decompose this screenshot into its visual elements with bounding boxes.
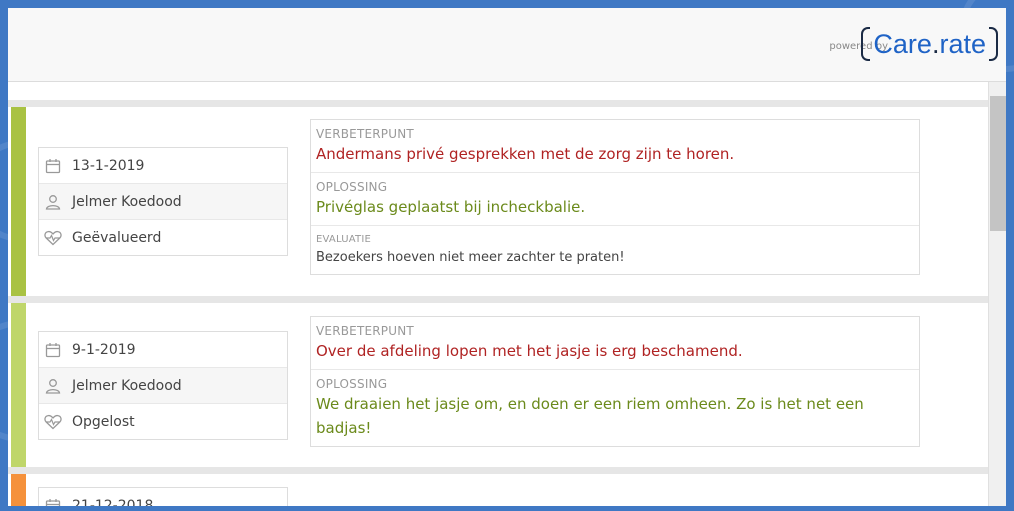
oplossing-text: We draaien het jasje om, en doen er een …: [316, 395, 864, 437]
person-row: Jelmer Koedood: [39, 184, 287, 220]
date-row: 21-12-2018: [39, 488, 287, 506]
person-row: Jelmer Koedood: [39, 368, 287, 404]
scrollbar-thumb[interactable]: [990, 96, 1006, 231]
row-separator: [8, 100, 988, 107]
oplossing-label: OPLOSSING: [316, 377, 388, 391]
oplossing-text: Privéglas geplaatst bij incheckbalie.: [316, 198, 586, 216]
date-row: 13-1-2019: [39, 148, 287, 184]
entry-meta-box: 21-12-2018: [38, 487, 288, 506]
verbeterpunt-section: VERBETERPUNT Over de afdeling lopen met …: [311, 317, 919, 370]
evaluatie-text: Bezoekers hoeven niet meer zachter te pr…: [316, 250, 625, 265]
entry-date: 9-1-2019: [72, 341, 136, 358]
entry-date: 21-12-2018: [72, 497, 154, 507]
logo-right-bracket: [989, 27, 998, 61]
status-color-bar: [11, 303, 26, 467]
oplossing-label: OPLOSSING: [316, 180, 388, 194]
oplossing-section: OPLOSSING Privéglas geplaatst bij inchec…: [311, 173, 919, 226]
status-color-bar: [11, 107, 26, 296]
user-icon: [44, 193, 62, 211]
app-window: Datum Details User powered by Care.rate …: [8, 8, 1006, 506]
verbeterpunt-label: VERBETERPUNT: [316, 324, 414, 338]
verbeterpunt-section: VERBETERPUNT Andermans privé gesprekken …: [311, 120, 919, 173]
entry-status: Geëvalueerd: [72, 229, 162, 246]
user-icon: [44, 377, 62, 395]
verbeterpunt-label: VERBETERPUNT: [316, 127, 414, 141]
vertical-scrollbar[interactable]: [988, 81, 1006, 506]
calendar-icon: [44, 341, 62, 359]
calendar-icon: [44, 497, 62, 506]
status-row: Opgelost: [39, 404, 287, 439]
logo-text: Care.rate: [873, 29, 986, 59]
verbeterpunt-text: Andermans privé gesprekken met de zorg z…: [316, 145, 735, 163]
logo-left-bracket: [861, 27, 871, 61]
row-separator: [8, 467, 988, 474]
entry-details-box: VERBETERPUNT Over de afdeling lopen met …: [310, 316, 920, 447]
date-row: 9-1-2019: [39, 332, 287, 368]
entry-person: Jelmer Koedood: [72, 377, 182, 394]
entry-date: 13-1-2019: [72, 157, 145, 174]
entries-list: 13-1-2019 Jelmer Koedood Geëvalueerd VER…: [8, 81, 988, 506]
row-separator: [8, 296, 988, 303]
oplossing-section: OPLOSSING We draaien het jasje om, en do…: [311, 370, 919, 446]
header-bar: powered by Care.rate: [8, 8, 1006, 82]
evaluatie-label: EVALUATIE: [316, 234, 371, 245]
evaluatie-section: EVALUATIE Bezoekers hoeven niet meer zac…: [311, 226, 919, 274]
carerate-logo[interactable]: Care.rate: [861, 26, 998, 62]
entry-meta-box: 13-1-2019 Jelmer Koedood Geëvalueerd: [38, 147, 288, 256]
entry-details-box: VERBETERPUNT Andermans privé gesprekken …: [310, 119, 920, 275]
status-color-bar: [11, 474, 26, 506]
calendar-icon: [44, 157, 62, 175]
status-row: Geëvalueerd: [39, 220, 287, 255]
entry-person: Jelmer Koedood: [72, 193, 182, 210]
heartbeat-icon: [44, 413, 62, 431]
heartbeat-icon: [44, 229, 62, 247]
entry-status: Opgelost: [72, 413, 135, 430]
verbeterpunt-text: Over de afdeling lopen met het jasje is …: [316, 342, 743, 360]
entry-meta-box: 9-1-2019 Jelmer Koedood Opgelost: [38, 331, 288, 440]
